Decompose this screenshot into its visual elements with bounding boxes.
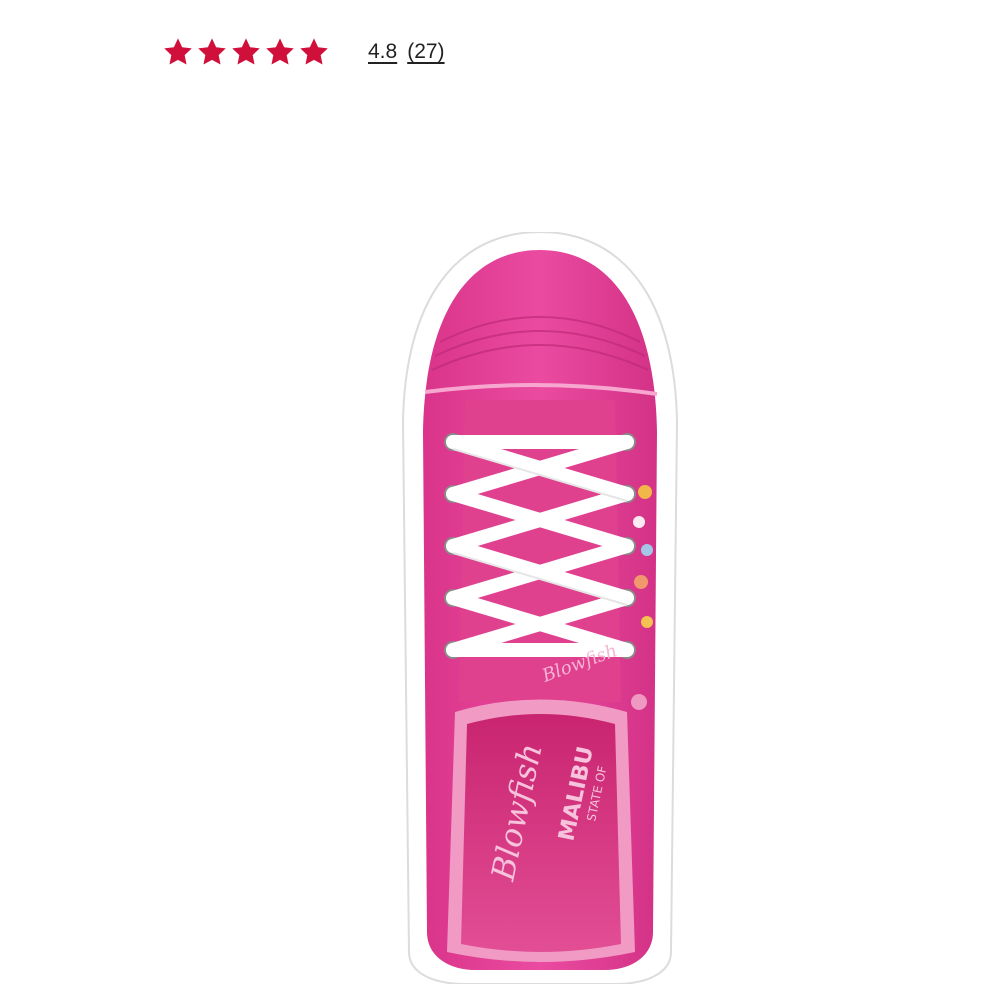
product-image: Blowfish Blowfish MALIBU STATE OF (395, 232, 685, 984)
star-icon (264, 36, 296, 68)
rating-summary[interactable]: 4.8 (27) (162, 34, 445, 70)
sneaker-illustration: Blowfish Blowfish MALIBU STATE OF (401, 232, 679, 984)
star-icon (162, 36, 194, 68)
star-rating (162, 36, 330, 68)
star-icon (196, 36, 228, 68)
rating-value-link[interactable]: 4.8 (368, 40, 397, 64)
star-icon (230, 36, 262, 68)
star-icon (298, 36, 330, 68)
product-page: 4.8 (27) Blowfish Blowfish MALIBU STATE … (0, 0, 1000, 1000)
review-count-link[interactable]: (27) (407, 40, 444, 64)
